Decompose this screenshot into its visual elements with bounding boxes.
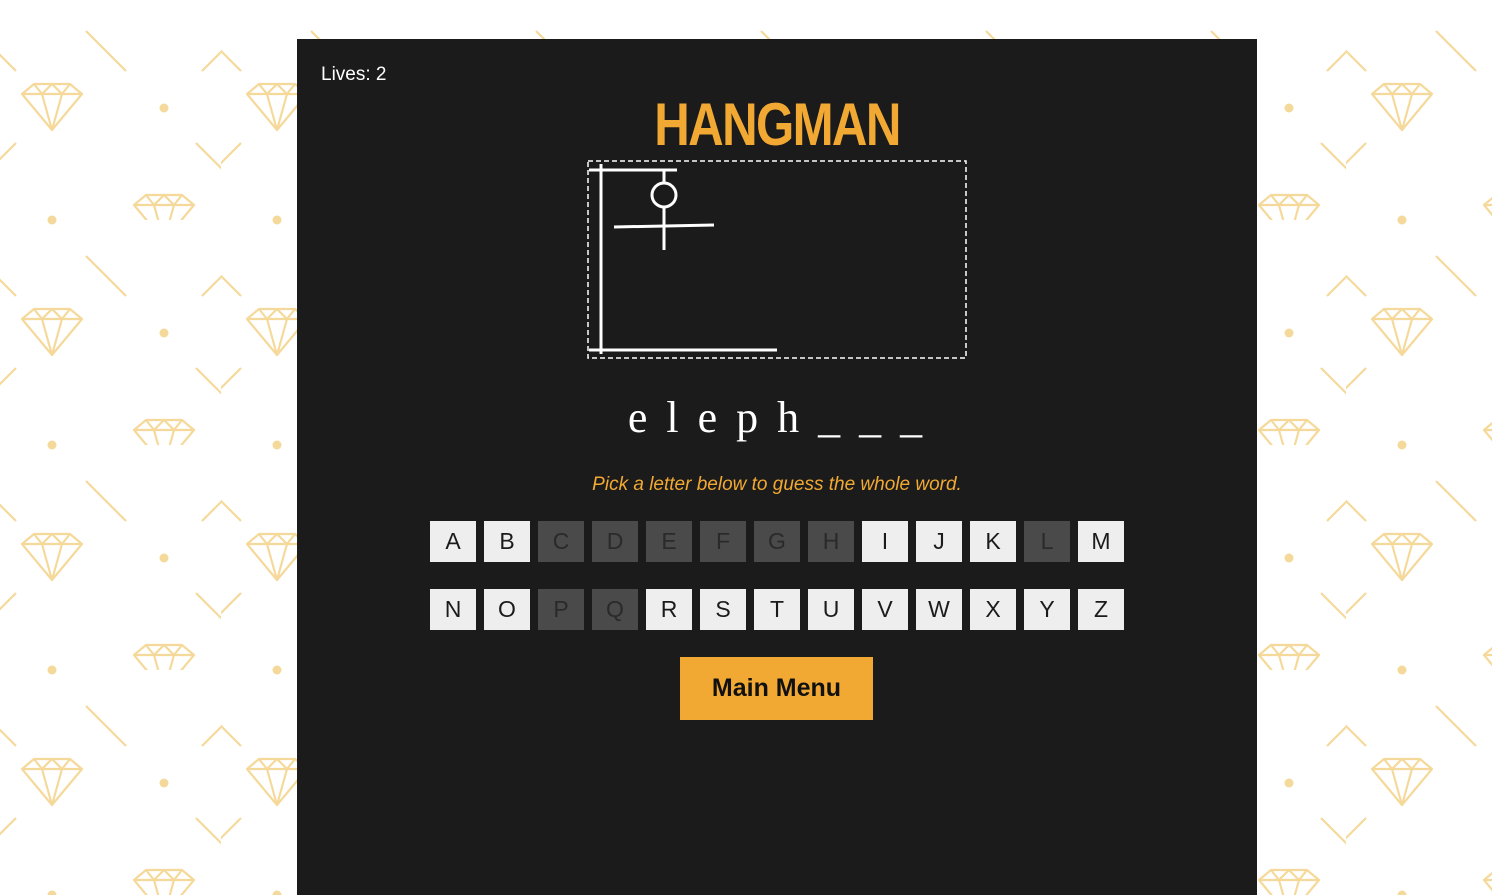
main-menu-button[interactable]: Main Menu [680, 657, 873, 720]
letter-key-y[interactable]: Y [1024, 589, 1070, 630]
letter-key-a[interactable]: A [430, 521, 476, 562]
drawing-frame [587, 160, 967, 359]
letter-key-v[interactable]: V [862, 589, 908, 630]
letter-key-g: G [754, 521, 800, 562]
lives-counter: Lives: 2 [321, 64, 387, 85]
hint-text: Pick a letter below to guess the whole w… [592, 474, 962, 495]
keyboard-row-1: ABCDEFGHIJKLM [297, 521, 1257, 562]
letter-key-s[interactable]: S [700, 589, 746, 630]
arms [613, 223, 715, 229]
game-title: HANGMAN [654, 91, 901, 158]
letter-key-x[interactable]: X [970, 589, 1016, 630]
letter-key-n[interactable]: N [430, 589, 476, 630]
letter-key-t[interactable]: T [754, 589, 800, 630]
letter-key-h: H [808, 521, 854, 562]
letter-key-b[interactable]: B [484, 521, 530, 562]
letter-key-w[interactable]: W [916, 589, 962, 630]
letter-key-p: P [538, 589, 584, 630]
letter-key-c: C [538, 521, 584, 562]
letter-key-j[interactable]: J [916, 521, 962, 562]
letter-key-i[interactable]: I [862, 521, 908, 562]
letter-key-e: E [646, 521, 692, 562]
hangman-drawing [587, 160, 967, 359]
head-icon [650, 181, 678, 209]
letter-key-z[interactable]: Z [1078, 589, 1124, 630]
letter-key-m[interactable]: M [1078, 521, 1124, 562]
game-panel: Lives: 2 HANGMAN e l e p h _ _ _ Pick a … [297, 39, 1257, 895]
keyboard-row-2: NOPQRSTUVWXYZ [297, 589, 1257, 630]
letter-key-l: L [1024, 521, 1070, 562]
letter-key-u[interactable]: U [808, 589, 854, 630]
letter-key-f: F [700, 521, 746, 562]
letter-key-k[interactable]: K [970, 521, 1016, 562]
letter-key-d: D [592, 521, 638, 562]
word-display: e l e p h _ _ _ [627, 393, 927, 442]
letter-key-q: Q [592, 589, 638, 630]
letter-key-o[interactable]: O [484, 589, 530, 630]
letter-key-r[interactable]: R [646, 589, 692, 630]
